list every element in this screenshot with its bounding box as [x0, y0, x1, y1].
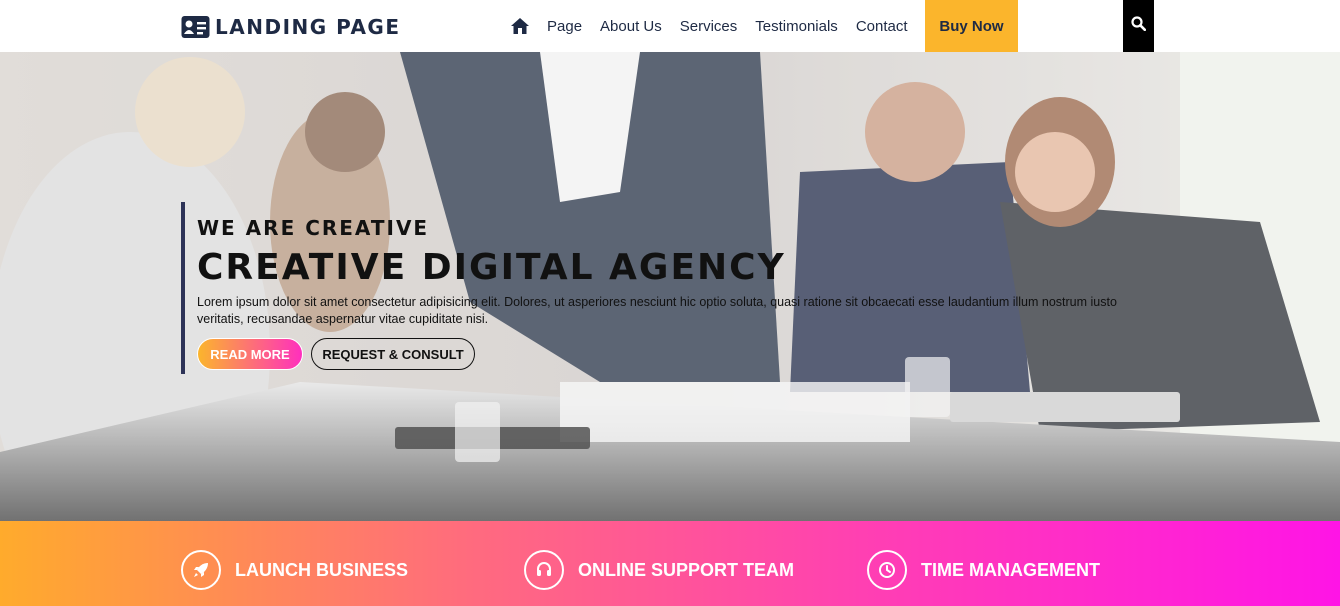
- features-strip: LAUNCH BUSINESS ONLINE SUPPORT TEAM TIME…: [0, 521, 1340, 606]
- id-card-icon: [181, 15, 210, 39]
- nav-item-page[interactable]: Page: [547, 18, 582, 35]
- home-icon[interactable]: [510, 16, 530, 36]
- hero-eyebrow: WE ARE CREATIVE: [197, 216, 430, 240]
- hero-buttons: READ MORE REQUEST & CONSULT: [197, 338, 1141, 370]
- feature-label: LAUNCH BUSINESS: [235, 559, 409, 580]
- nav-item-testimonials[interactable]: Testimonials: [755, 18, 838, 35]
- feature-label: TIME MANAGEMENT: [921, 559, 1100, 580]
- feature-launch-business: LAUNCH BUSINESS: [181, 550, 408, 590]
- main-nav: Page About Us Services Testimonials Cont…: [510, 0, 926, 52]
- search-icon: [1131, 16, 1147, 36]
- hero-section: WE ARE CREATIVE CREATIVE DIGITAL AGENCY …: [0, 52, 1340, 521]
- nav-item-about-us[interactable]: About Us: [600, 18, 662, 35]
- feature-online-support-team: ONLINE SUPPORT TEAM: [524, 550, 794, 590]
- brand-logo[interactable]: LANDING PAGE: [181, 14, 401, 40]
- headset-icon: [524, 550, 564, 590]
- hero-content: WE ARE CREATIVE CREATIVE DIGITAL AGENCY …: [181, 202, 1141, 374]
- feature-label: ONLINE SUPPORT TEAM: [578, 559, 795, 580]
- navbar: LANDING PAGE Page About Us Services Test…: [0, 0, 1340, 52]
- buy-now-button[interactable]: Buy Now: [925, 0, 1018, 52]
- brand-text: LANDING PAGE: [215, 15, 401, 39]
- search-button[interactable]: [1123, 0, 1154, 52]
- hero-description: Lorem ipsum dolor sit amet consectetur a…: [197, 295, 1117, 326]
- nav-item-services[interactable]: Services: [680, 18, 738, 35]
- read-more-button[interactable]: READ MORE: [197, 338, 303, 370]
- nav-item-contact[interactable]: Contact: [856, 18, 908, 35]
- clock-icon: [867, 550, 907, 590]
- hero-headline: CREATIVE DIGITAL AGENCY: [197, 247, 786, 288]
- feature-time-management: TIME MANAGEMENT: [867, 550, 1100, 590]
- request-consult-button[interactable]: REQUEST & CONSULT: [311, 338, 475, 370]
- rocket-icon: [181, 550, 221, 590]
